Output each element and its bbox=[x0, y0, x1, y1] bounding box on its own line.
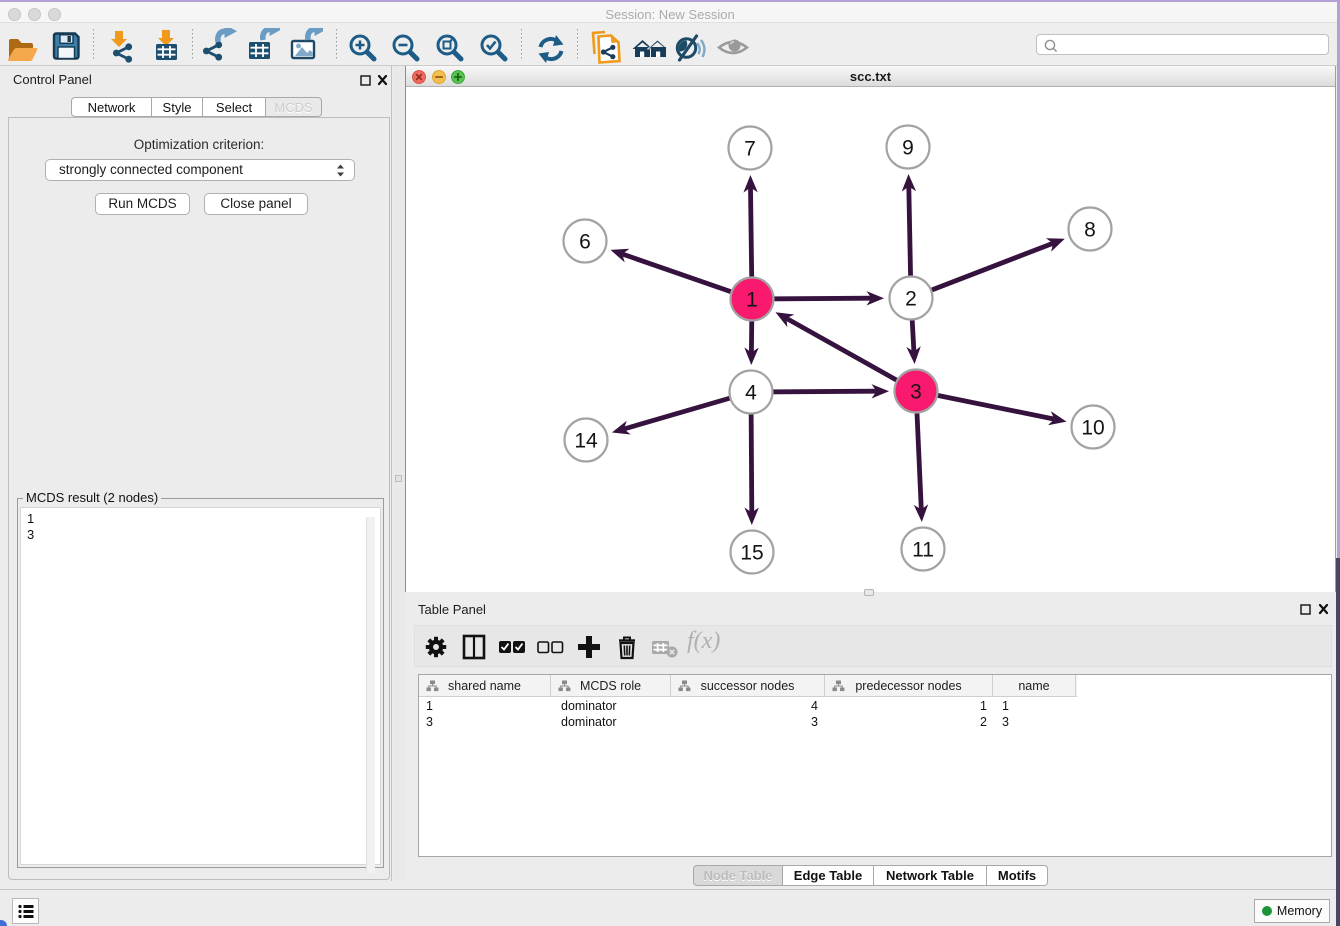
svg-text:7: 7 bbox=[744, 138, 756, 161]
svg-text:1: 1 bbox=[746, 289, 758, 312]
svg-text:11: 11 bbox=[912, 539, 934, 562]
svg-text:15: 15 bbox=[740, 542, 763, 565]
svg-text:8: 8 bbox=[1084, 219, 1096, 242]
svg-text:4: 4 bbox=[745, 382, 757, 405]
svg-text:14: 14 bbox=[574, 430, 598, 453]
svg-text:9: 9 bbox=[902, 137, 914, 160]
svg-text:2: 2 bbox=[905, 288, 917, 311]
svg-text:3: 3 bbox=[910, 381, 922, 404]
svg-text:6: 6 bbox=[579, 231, 591, 254]
svg-text:10: 10 bbox=[1081, 417, 1104, 440]
